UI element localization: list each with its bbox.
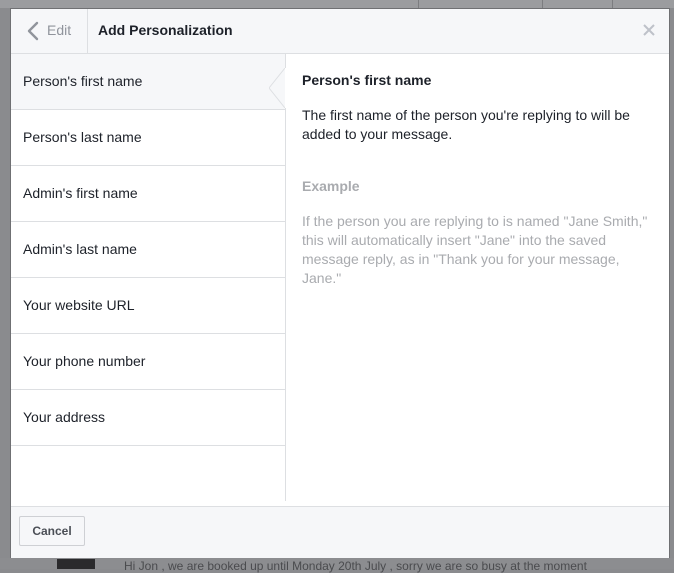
close-button[interactable] xyxy=(639,20,659,40)
background-divider xyxy=(612,0,613,8)
list-item-address[interactable]: Your address xyxy=(11,390,285,446)
detail-title: Person's first name xyxy=(302,72,432,88)
list-item-admins-last-name[interactable]: Admin's last name xyxy=(11,222,285,278)
selection-caret xyxy=(269,68,287,108)
background-header-strip xyxy=(0,0,674,8)
detail-description: The first name of the person you're repl… xyxy=(302,107,630,142)
background-message-row: Hi Jon , we are booked up until Monday 2… xyxy=(0,558,674,573)
back-button[interactable]: Edit xyxy=(11,9,88,53)
background-avatar xyxy=(57,559,95,569)
example-text: If the person you are replying to is nam… xyxy=(302,213,648,286)
dialog-header: Edit Add Personalization xyxy=(11,9,669,54)
list-item-phone-number[interactable]: Your phone number xyxy=(11,334,285,390)
personalization-dialog: Edit Add Personalization Person's first … xyxy=(10,8,670,558)
background-divider xyxy=(542,0,543,8)
dialog-title: Add Personalization xyxy=(98,22,233,38)
cancel-button[interactable]: Cancel xyxy=(19,516,85,546)
list-item-persons-first-name[interactable]: Person's first name xyxy=(11,54,285,110)
close-icon xyxy=(643,24,655,36)
chevron-left-icon xyxy=(27,21,39,41)
background-divider xyxy=(418,0,419,8)
list-item-website-url[interactable]: Your website URL xyxy=(11,278,285,334)
personalization-list: Person's first name Person's last name A… xyxy=(11,54,286,501)
back-button-label: Edit xyxy=(47,22,72,38)
list-item-persons-last-name[interactable]: Person's last name xyxy=(11,110,285,166)
background-message-text: Hi Jon , we are booked up until Monday 2… xyxy=(124,559,587,573)
list-item-admins-first-name[interactable]: Admin's first name xyxy=(11,166,285,222)
dialog-footer: Cancel xyxy=(11,506,669,558)
example-heading: Example xyxy=(302,178,360,194)
